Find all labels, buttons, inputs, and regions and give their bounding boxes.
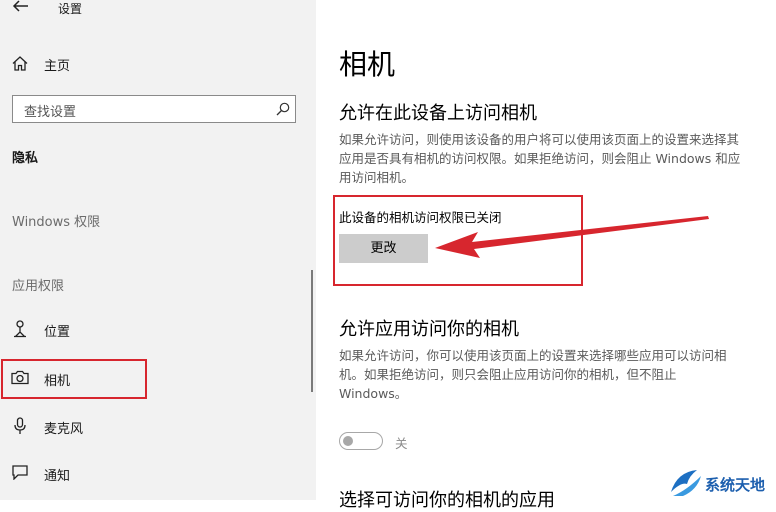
section1-desc-line2: 应用是否具有相机的访问权限。如果拒绝访问，则会阻止 Windows 和应 (339, 151, 741, 166)
camera-highlight-box (1, 359, 147, 399)
toggle-knob (343, 435, 353, 446)
app-access-toggle[interactable] (339, 432, 383, 450)
annotation-arrow (435, 216, 709, 258)
sidebar: 设置 主页 查找设置 隐私 Windows 权限 应用权限 位置 相机 麦克风 … (0, 0, 316, 500)
section1-heading: 允许在此设备上访问相机 (339, 103, 537, 124)
change-button[interactable]: 更改 (339, 234, 428, 263)
section2-desc-line1: 如果允许访问，你可以使用该页面上的设置来选择哪些应用可以访问相 (339, 348, 727, 363)
section2-desc-line2: 机。如果拒绝访问，则只会阻止应用访问你的相机，但不阻止 (339, 367, 677, 382)
location-icon (14, 320, 26, 338)
group-windows-permissions: Windows 权限 (12, 215, 101, 230)
toggle-state-label: 关 (395, 436, 408, 451)
search-icon[interactable] (276, 102, 290, 116)
sidebar-item-microphone[interactable]: 麦克风 (44, 418, 83, 437)
section-title-privacy: 隐私 (12, 151, 39, 166)
watermark-text: 系统天地 (705, 476, 766, 494)
sidebar-item-location[interactable]: 位置 (44, 321, 70, 340)
back-arrow-icon[interactable] (12, 0, 30, 12)
section1-desc-line1: 如果允许访问，则使用该设备的用户将可以使用该页面上的设置来选择其 (339, 132, 740, 147)
section2-desc-line3: Windows。 (339, 386, 408, 401)
page-title: 相机 (339, 48, 396, 81)
sidebar-item-notifications[interactable]: 通知 (44, 465, 70, 484)
microphone-icon (14, 417, 26, 434)
search-input[interactable]: 查找设置 (12, 95, 296, 123)
section2-heading: 允许应用访问你的相机 (339, 319, 519, 340)
sidebar-scrollbar[interactable] (311, 270, 313, 392)
notification-icon (12, 465, 28, 480)
window-title: 设置 (58, 2, 83, 16)
watermark-logo-icon (671, 470, 701, 496)
group-app-permissions: 应用权限 (12, 279, 65, 294)
section1-desc-line3: 用访问相机。 (339, 170, 415, 185)
section3-heading: 选择可访问你的相机的应用 (339, 490, 555, 511)
sidebar-item-home[interactable]: 主页 (44, 55, 70, 74)
home-icon[interactable] (12, 56, 28, 71)
search-placeholder: 查找设置 (24, 105, 77, 120)
